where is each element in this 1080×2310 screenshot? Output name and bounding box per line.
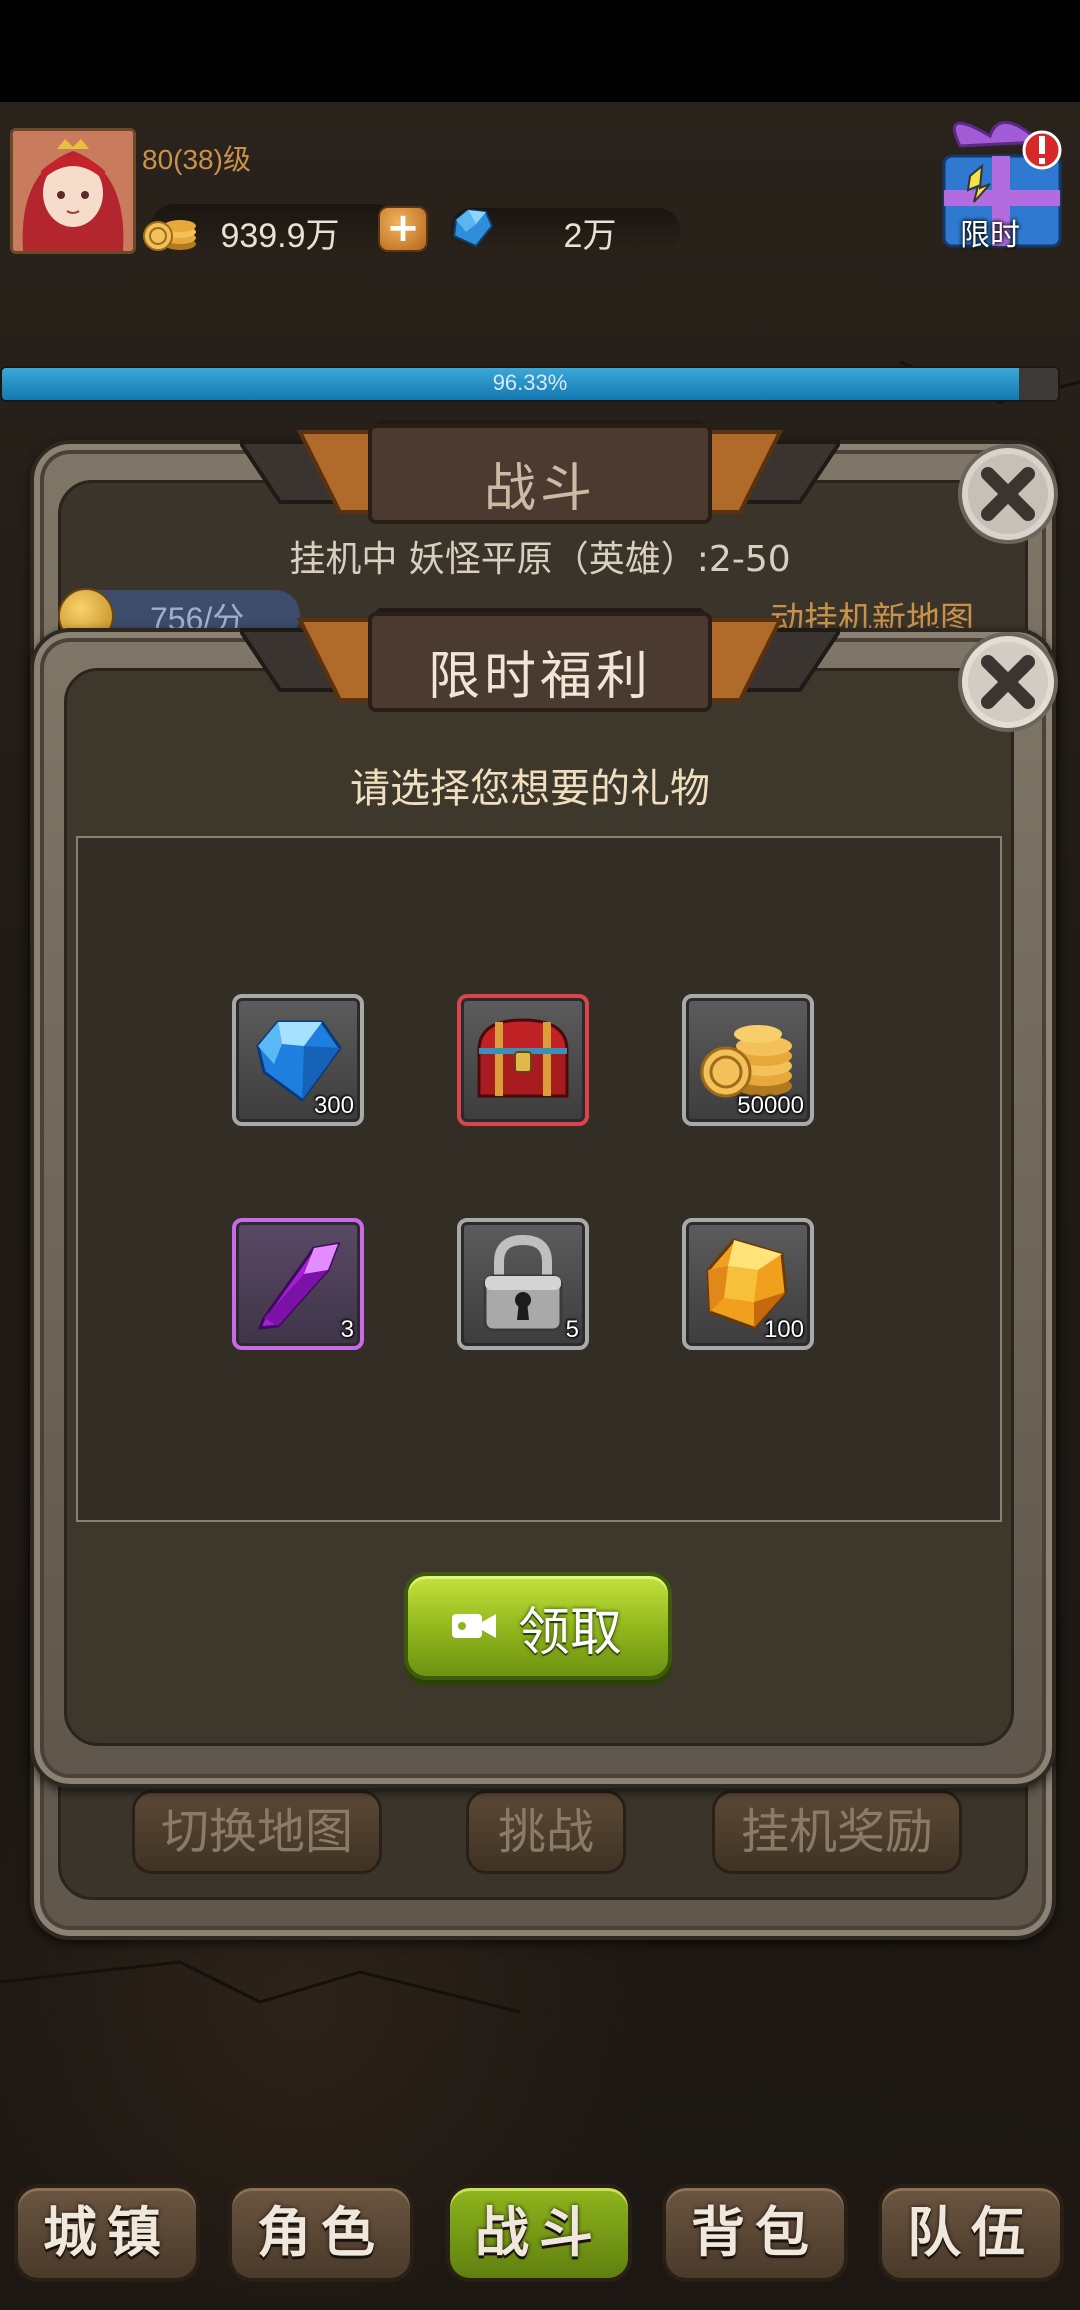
nav-battle-button[interactable]: 战斗 [446,2184,632,2282]
gift-prompt: 请选择您想要的礼物 [350,766,710,812]
close-icon[interactable] [956,630,1060,734]
gift-option-diamonds[interactable]: 300 [232,994,364,1126]
item-quantity: 100 [763,1316,804,1343]
video-ad-icon [452,1614,496,1638]
nav-team-button[interactable]: 队伍 [878,2184,1064,2282]
nav-town-button[interactable]: 城镇 [14,2184,200,2282]
gift-option-gold[interactable]: 50000 [682,994,814,1126]
gift-option-lock[interactable]: 5 [457,1218,589,1350]
status-bar [0,0,1080,102]
item-quantity: 3 [340,1316,354,1343]
item-quantity: 300 [313,1092,354,1119]
claim-label: 领取 [518,1603,623,1663]
gift-option-amber[interactable]: 100 [682,1218,814,1350]
nav-bag-button[interactable]: 背包 [662,2184,848,2282]
bottom-navigation: 城镇 角色 战斗 背包 队伍 [0,2170,1080,2300]
gift-option-chest[interactable] [457,994,589,1126]
dialog-title: 限时福利 [427,647,652,707]
gift-options-grid [76,836,1002,1522]
treasure-chest-icon [477,1018,569,1098]
padlock-icon [483,1234,563,1332]
claim-button[interactable]: 领取 [404,1572,672,1680]
item-quantity: 5 [565,1316,579,1343]
nav-role-button[interactable]: 角色 [228,2184,414,2282]
item-quantity: 50000 [737,1092,804,1119]
gift-option-crystal[interactable]: 3 [232,1218,364,1350]
purple-crystal-icon [257,1242,341,1330]
